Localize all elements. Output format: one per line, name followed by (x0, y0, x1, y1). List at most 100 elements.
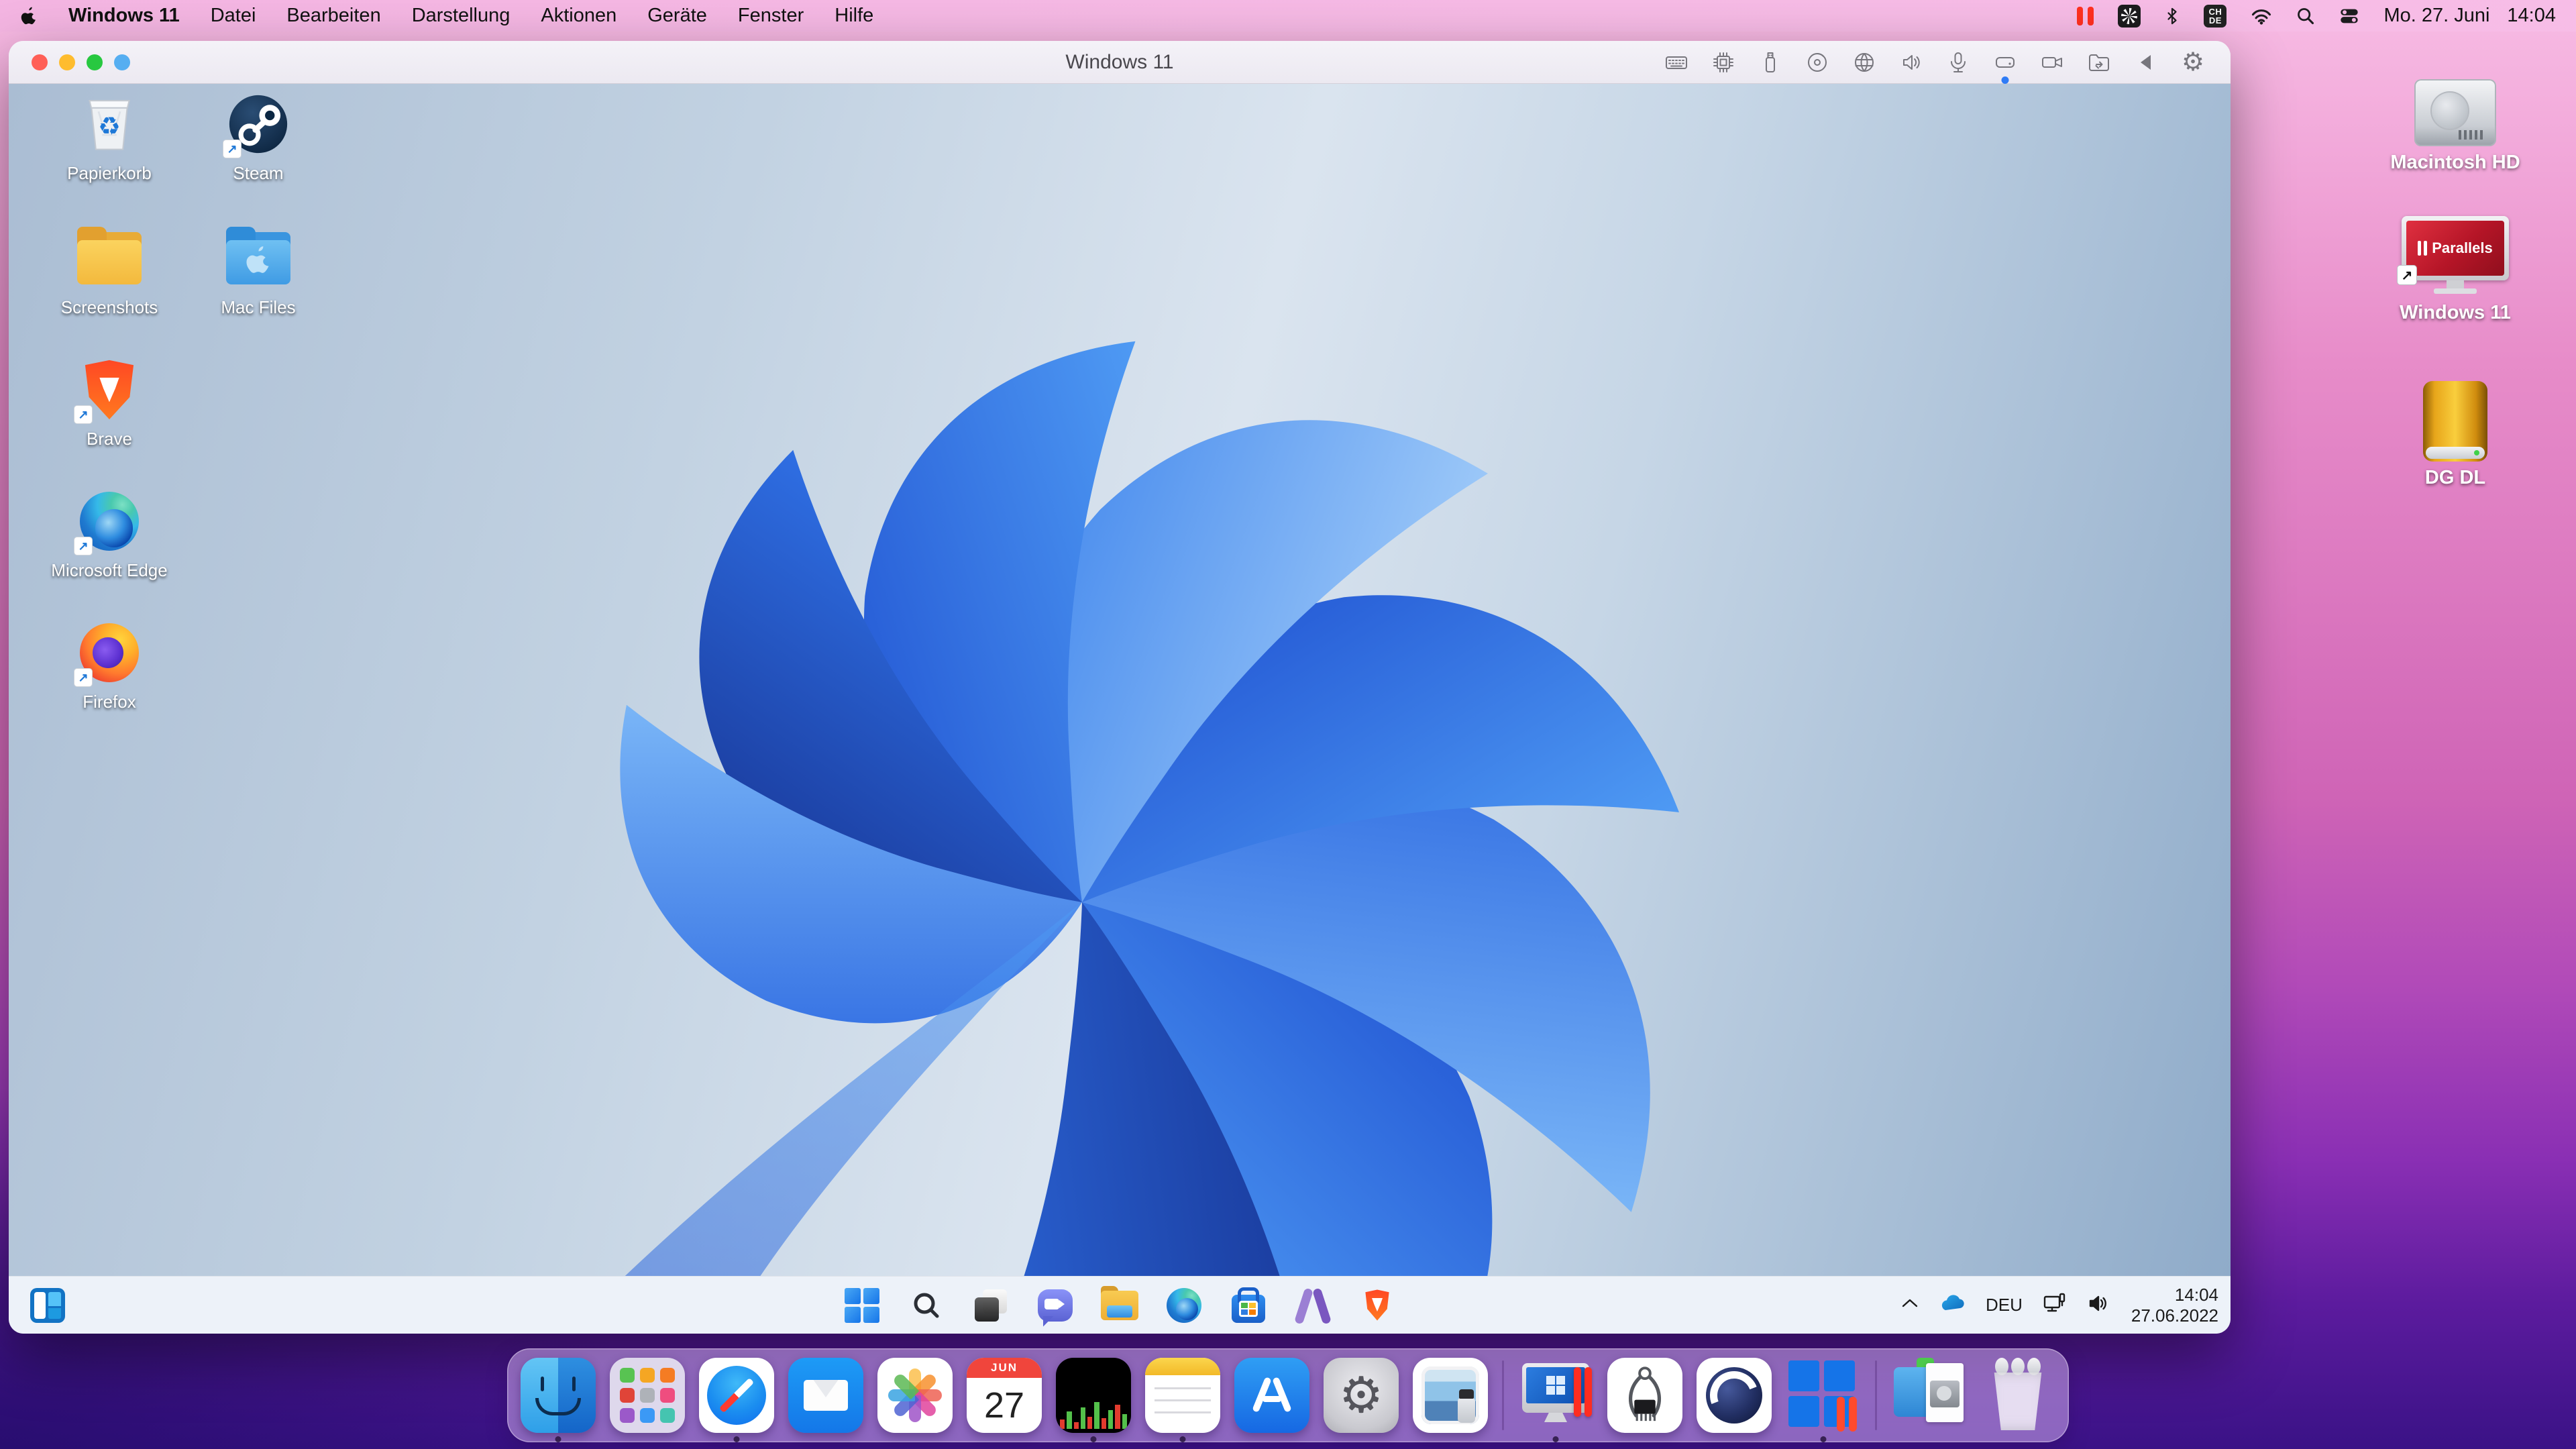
firefox-icon: ↗ (77, 621, 142, 685)
dock-app-store[interactable] (1234, 1358, 1309, 1433)
volume-icon[interactable] (2087, 1292, 2111, 1318)
network-globe-icon[interactable] (1849, 45, 1879, 80)
dock-notes[interactable] (1145, 1358, 1220, 1433)
spotlight-search-icon[interactable] (2296, 4, 2315, 28)
onedrive-icon[interactable] (1939, 1294, 1966, 1316)
dock-system-preferences[interactable]: ⚙ (1324, 1358, 1399, 1433)
desktop-icon-label: Steam (233, 163, 283, 184)
desktop-icon-mac-files[interactable]: Mac Files (184, 226, 332, 318)
dock-mail[interactable] (788, 1358, 863, 1433)
brave-taskbar-icon[interactable] (1358, 1287, 1396, 1324)
start-button[interactable] (843, 1287, 881, 1324)
zoom-button[interactable] (87, 54, 103, 70)
minimize-button[interactable] (59, 54, 75, 70)
back-triangle-icon[interactable] (2131, 45, 2161, 80)
windows-bloom-wallpaper (297, 151, 1840, 1276)
chat-icon[interactable] (1036, 1287, 1074, 1324)
dock-safari[interactable] (699, 1358, 774, 1433)
taskbar-search-icon[interactable] (908, 1287, 945, 1324)
camera-icon[interactable] (2037, 45, 2067, 80)
parallels-pause-icon[interactable] (2077, 4, 2094, 28)
taskbar-center-icons (843, 1287, 1396, 1324)
wifi-icon[interactable] (2251, 4, 2272, 28)
parallels-bars-icon (1574, 1367, 1592, 1417)
desktop-icon-steam[interactable]: ↗ Steam (184, 92, 332, 184)
running-indicator (734, 1436, 740, 1442)
dock-windows-11-vm[interactable] (1786, 1358, 1861, 1433)
dock-cinema-4d[interactable] (1697, 1358, 1772, 1433)
desktop-icon-label: Mac Files (221, 297, 295, 318)
dock-hardware-measure-app[interactable] (1607, 1358, 1682, 1433)
file-explorer-icon[interactable] (1101, 1287, 1138, 1324)
menu-item-aktionen[interactable]: Aktionen (541, 5, 616, 27)
menu-item-datei[interactable]: Datei (211, 5, 256, 27)
mac-icon-label: Macintosh HD (2390, 152, 2520, 174)
network-icon[interactable] (2043, 1292, 2067, 1318)
recycle-bin-icon: ♻ (77, 92, 142, 156)
coherence-button[interactable] (114, 54, 130, 70)
task-view-icon[interactable] (972, 1287, 1010, 1324)
menubar-clock[interactable]: Mo. 27. Juni 14:04 (2383, 5, 2556, 27)
window-title-bar[interactable]: Windows 11 ⚙ (9, 41, 2231, 84)
dock-window-utility-app[interactable] (1413, 1358, 1488, 1433)
shortcut-arrow-badge: ↗ (74, 406, 92, 423)
parallels-monitor-icon: Parallels ↗ (2402, 216, 2509, 297)
window-title: Windows 11 (1065, 51, 1173, 74)
dock-calendar[interactable]: JUN 27 (967, 1358, 1042, 1433)
microsoft-store-icon[interactable] (1230, 1287, 1267, 1324)
running-indicator (1180, 1436, 1186, 1442)
purple-app-icon[interactable] (1294, 1287, 1332, 1324)
bluetooth-icon[interactable] (2165, 4, 2180, 28)
internal-drive-icon (2414, 79, 2496, 146)
dock-divider (1875, 1360, 1877, 1430)
desktop-icon-papierkorb[interactable]: ♻ Papierkorb (36, 92, 183, 184)
control-center-icon[interactable] (2339, 4, 2359, 28)
menubar-app-name[interactable]: Windows 11 (68, 5, 180, 27)
dock-photos[interactable] (877, 1358, 953, 1433)
system-tray: DEU 14:04 27.06.2022 (1901, 1277, 2218, 1334)
close-button[interactable] (32, 54, 48, 70)
settings-gear-icon[interactable]: ⚙ (2178, 45, 2208, 80)
shortcut-arrow-badge: ↗ (223, 140, 241, 158)
usb-icon[interactable] (1756, 45, 1785, 80)
dock-downloads-stack[interactable] (1891, 1358, 1966, 1433)
edge-taskbar-icon[interactable] (1165, 1287, 1203, 1324)
disk-activity-indicator (2002, 76, 2009, 84)
processor-icon[interactable] (1709, 45, 1738, 80)
shared-folder-icon[interactable] (2084, 45, 2114, 80)
apple-menu-icon[interactable] (20, 4, 38, 28)
taskbar-clock[interactable]: 14:04 27.06.2022 (2131, 1285, 2218, 1326)
dock-launchpad[interactable] (610, 1358, 685, 1433)
mac-icon-dg-dl[interactable]: DG DL (2355, 381, 2556, 489)
keyboard-layout-badge[interactable]: CH DE (2204, 5, 2226, 28)
hard-disk-icon[interactable] (1990, 45, 2020, 80)
widgets-button[interactable] (30, 1288, 65, 1323)
dock-trash[interactable] (1980, 1358, 2055, 1433)
cd-dvd-icon[interactable] (1803, 45, 1832, 80)
dock-parallels-desktop[interactable] (1518, 1358, 1593, 1433)
menu-item-darstellung[interactable]: Darstellung (412, 5, 511, 27)
calendar-month: JUN (967, 1358, 1042, 1378)
desktop-icon-brave[interactable]: ↗ Brave (36, 358, 183, 449)
menu-item-hilfe[interactable]: Hilfe (835, 5, 873, 27)
mac-icon-windows-11-vm[interactable]: Parallels ↗ Windows 11 (2355, 216, 2556, 324)
keyboard-language-indicator[interactable]: DEU (1986, 1295, 2023, 1316)
dock-activity-graph-app[interactable] (1056, 1358, 1131, 1433)
macos-desktop: { "menu_bar": { "app_name": "Windows 11"… (0, 0, 2576, 1449)
desktop-icon-microsoft-edge[interactable]: ↗ Microsoft Edge (36, 489, 183, 581)
keyboard-icon[interactable] (1662, 45, 1691, 80)
menu-item-geraete[interactable]: Geräte (647, 5, 707, 27)
windows-desktop[interactable]: ♻ Papierkorb Screenshots ↗ Brave ↗ Micro… (9, 84, 2231, 1276)
desktop-icon-firefox[interactable]: ↗ Firefox (36, 621, 183, 712)
menu-item-bearbeiten[interactable]: Bearbeiten (286, 5, 380, 27)
menu-item-fenster[interactable]: Fenster (738, 5, 804, 27)
fan-icon[interactable] (2118, 5, 2141, 28)
desktop-icon-screenshots[interactable]: Screenshots (36, 226, 183, 318)
mac-icon-macintosh-hd[interactable]: Macintosh HD (2355, 79, 2556, 174)
alias-arrow-badge: ↗ (2398, 266, 2416, 284)
sound-icon[interactable] (1896, 45, 1926, 80)
microphone-icon[interactable] (1943, 45, 1973, 80)
dock-finder[interactable] (521, 1358, 596, 1433)
tray-chevron-icon[interactable] (1901, 1297, 1919, 1313)
gear-glyph: ⚙ (1339, 1366, 1383, 1424)
